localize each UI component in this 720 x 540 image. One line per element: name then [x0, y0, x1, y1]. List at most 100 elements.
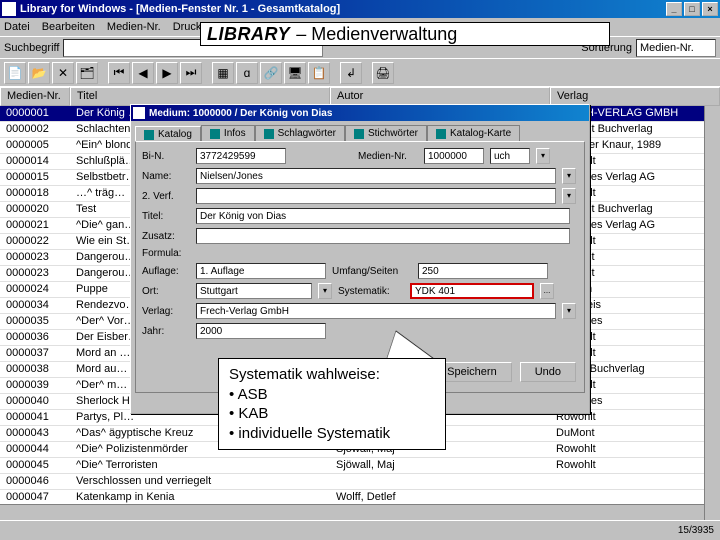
card-icon — [436, 129, 446, 139]
dialog-icon — [133, 107, 145, 119]
tool-a-icon[interactable]: ɑ — [236, 62, 258, 84]
zusatz-label: Zusatz: — [142, 231, 190, 242]
zusatz-input[interactable] — [196, 228, 570, 244]
tab-katalog[interactable]: Katalog — [135, 126, 201, 142]
sort-input[interactable] — [636, 39, 716, 57]
cell-id: 0000021 — [0, 218, 70, 233]
vertical-scrollbar[interactable] — [704, 106, 720, 520]
cell-author: Sjöwall, Maj — [330, 458, 550, 473]
ort-dropdown-icon[interactable]: ▾ — [318, 283, 332, 299]
name-label: Name: — [142, 171, 190, 182]
jahr-input[interactable] — [196, 323, 326, 339]
tool-link-icon[interactable]: 🔗 — [260, 62, 282, 84]
menu-datei[interactable]: Datei — [4, 21, 30, 33]
maximize-button[interactable]: □ — [684, 2, 700, 16]
cell-id: 0000014 — [0, 154, 70, 169]
name-input[interactable] — [196, 168, 556, 184]
tool-print-icon[interactable]: 🖨 — [372, 62, 394, 84]
vort-label: 2. Verf. — [142, 191, 190, 202]
cell-id: 0000040 — [0, 394, 70, 409]
toolbar: 📄 📂 ✕ 🗂 ⏮ ◀ ▶ ⏭ ▦ ɑ 🔗 🖥 📋 ↲ 🖨 — [0, 58, 720, 86]
tool-grid-icon[interactable]: ▦ — [212, 62, 234, 84]
cell-id: 0000046 — [0, 474, 70, 489]
medien-label: Medien-Nr. — [358, 151, 418, 162]
header-id[interactable]: Medien-Nr. — [0, 87, 70, 106]
status-count: 15/3935 — [678, 525, 714, 536]
nav-prev-icon[interactable]: ◀ — [132, 62, 154, 84]
slide-title-lib: LIBRARY — [201, 24, 296, 45]
cell-verlag: Rowohlt — [550, 442, 720, 457]
dialog-tabs: Katalog Infos Schlagwörter Stichwörter K… — [131, 121, 589, 141]
menu-bearbeiten[interactable]: Bearbeiten — [42, 21, 95, 33]
cell-title: Verschlossen und verriegelt — [70, 474, 330, 489]
systematik-label: Systematik: — [338, 286, 404, 297]
auflage-input[interactable] — [196, 263, 326, 279]
main-titlebar: Library for Windows - [Medien-Fenster Nr… — [0, 0, 720, 18]
minimize-button[interactable]: _ — [666, 2, 682, 16]
slide-title-overlay: LIBRARY – Medienverwaltung — [200, 22, 610, 46]
cell-id: 0000038 — [0, 362, 70, 377]
vort-dropdown-icon[interactable]: ▾ — [562, 188, 576, 204]
book-icon — [144, 130, 154, 140]
horizontal-scrollbar[interactable] — [0, 504, 704, 520]
table-row[interactable]: 0000045^Die^ TerroristenSjöwall, MajRowo… — [0, 458, 720, 474]
cell-id: 0000044 — [0, 442, 70, 457]
bin-label: Bi-N. — [142, 151, 190, 162]
tool-delete-icon[interactable]: ✕ — [52, 62, 74, 84]
tool-new-icon[interactable]: 📄 — [4, 62, 26, 84]
vort-input[interactable] — [196, 188, 556, 204]
cell-id: 0000045 — [0, 458, 70, 473]
uch-input[interactable] — [490, 148, 530, 164]
tab-stichwoerter[interactable]: Stichwörter — [345, 125, 427, 141]
tab-schlagwoerter[interactable]: Schlagwörter — [255, 125, 345, 141]
tag-icon — [264, 129, 274, 139]
tab-katalogkarte[interactable]: Katalog-Karte — [427, 125, 520, 141]
verlag-dropdown-icon[interactable]: ▾ — [562, 303, 576, 319]
tool-card-icon[interactable]: 🗂 — [76, 62, 98, 84]
undo-button[interactable]: Undo — [520, 362, 576, 382]
tool-doc-icon[interactable]: 📋 — [308, 62, 330, 84]
jahr-label: Jahr: — [142, 326, 190, 337]
cell-title: ^Die^ Terroristen — [70, 458, 330, 473]
dialog-title: Medium: 1000000 / Der König von Dias — [149, 108, 332, 119]
cell-id: 0000041 — [0, 410, 70, 425]
medien-input[interactable] — [424, 148, 484, 164]
close-button[interactable]: × — [702, 2, 718, 16]
nav-first-icon[interactable]: ⏮ — [108, 62, 130, 84]
systematik-more-button[interactable]: ... — [540, 283, 554, 299]
cell-verlag: Rowohlt — [550, 458, 720, 473]
callout-line1: Systematik wahlweise: — [229, 365, 435, 385]
umfang-input[interactable] — [418, 263, 548, 279]
nav-next-icon[interactable]: ▶ — [156, 62, 178, 84]
name-dropdown-icon[interactable]: ▾ — [562, 168, 576, 184]
umfang-label: Umfang/Seiten — [332, 266, 412, 277]
menu-medien[interactable]: Medien-Nr. — [107, 21, 161, 33]
formula-label: Formula: — [142, 248, 190, 259]
ort-label: Ort: — [142, 286, 190, 297]
table-row[interactable]: 0000046Verschlossen und verriegelt — [0, 474, 720, 490]
cell-id: 0000035 — [0, 314, 70, 329]
cell-id: 0000005 — [0, 138, 70, 153]
tool-enter-icon[interactable]: ↲ — [340, 62, 362, 84]
cell-author: Wolff, Detlef — [330, 490, 550, 505]
tab-infos[interactable]: Infos — [201, 125, 255, 141]
cell-id: 0000002 — [0, 122, 70, 137]
titel-input[interactable] — [196, 208, 570, 224]
tool-open-icon[interactable]: 📂 — [28, 62, 50, 84]
uch-dropdown-icon[interactable]: ▾ — [536, 148, 550, 164]
ort-input[interactable] — [196, 283, 312, 299]
verlag-input[interactable] — [196, 303, 556, 319]
auflage-label: Auflage: — [142, 266, 190, 277]
cell-id: 0000023 — [0, 266, 70, 281]
bin-input[interactable] — [196, 148, 286, 164]
cell-id: 0000001 — [0, 106, 70, 121]
callout-box: Systematik wahlweise: • ASB • KAB • indi… — [218, 358, 446, 450]
callout-line3: • KAB — [229, 404, 435, 424]
cell-id: 0000023 — [0, 250, 70, 265]
tool-screen-icon[interactable]: 🖥 — [284, 62, 306, 84]
nav-last-icon[interactable]: ⏭ — [180, 62, 202, 84]
systematik-input[interactable] — [410, 283, 534, 299]
dialog-form: Bi-N. Medien-Nr. ▾ Name: ▾ 2. Verf. ▾ Ti… — [135, 141, 585, 393]
slide-title-rest: – Medienverwaltung — [296, 24, 457, 45]
dialog-titlebar: Medium: 1000000 / Der König von Dias — [131, 105, 589, 121]
